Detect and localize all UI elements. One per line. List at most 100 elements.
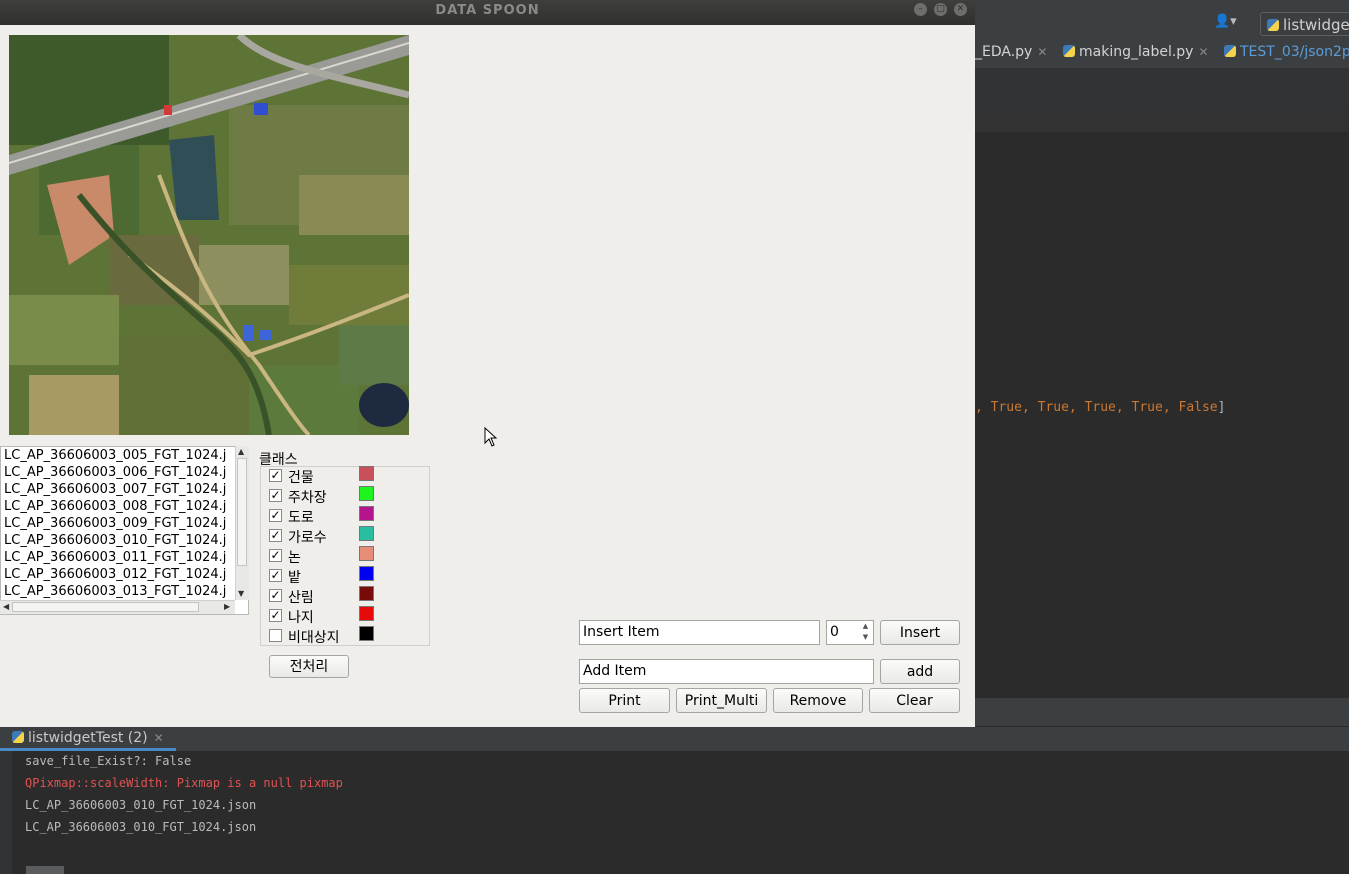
- close-icon[interactable]: ✕: [154, 731, 164, 745]
- class-checkbox[interactable]: ✓: [269, 529, 282, 542]
- list-item[interactable]: LC_AP_36606003_011_FGT_1024.j: [4, 549, 226, 566]
- class-color-swatch[interactable]: [359, 546, 374, 561]
- editor-tab-eda[interactable]: _EDA.py ✕: [975, 44, 1047, 60]
- scroll-down-icon[interactable]: ▼: [238, 589, 244, 598]
- class-color-swatch[interactable]: [359, 566, 374, 581]
- class-color-swatch[interactable]: [359, 506, 374, 521]
- run-panel-gutter: [0, 751, 12, 874]
- class-checkbox[interactable]: ✓: [269, 589, 282, 602]
- class-color-swatch[interactable]: [359, 486, 374, 501]
- check-mark: ✓: [270, 548, 281, 562]
- spin-down-icon[interactable]: ▼: [858, 633, 873, 644]
- console-scrollbar[interactable]: [26, 866, 64, 874]
- class-label: 비대상지: [288, 630, 340, 646]
- class-row-bare-land[interactable]: ✓ 나지: [269, 606, 429, 626]
- list-horizontal-scroll-thumb[interactable]: [12, 602, 199, 612]
- list-item[interactable]: LC_AP_36606003_005_FGT_1024.j: [4, 447, 226, 464]
- class-color-swatch[interactable]: [359, 586, 374, 601]
- list-item[interactable]: LC_AP_36606003_007_FGT_1024.j: [4, 481, 226, 498]
- class-checkbox[interactable]: ✓: [269, 609, 282, 622]
- mouse-cursor-icon: [484, 426, 498, 451]
- check-mark: ✓: [270, 608, 281, 622]
- class-color-swatch[interactable]: [359, 606, 374, 621]
- clear-button[interactable]: Clear: [869, 688, 960, 713]
- editor-tab-making-label[interactable]: making_label.py ✕: [1063, 44, 1209, 60]
- class-color-swatch[interactable]: [359, 526, 374, 541]
- run-tab[interactable]: listwidgetTest (2) ✕: [0, 727, 176, 751]
- ide-tool-strip: [975, 698, 1349, 726]
- class-color-swatch[interactable]: [359, 466, 374, 481]
- class-label: 산림: [288, 590, 314, 606]
- add-button[interactable]: add: [880, 659, 960, 684]
- class-checkbox[interactable]: [269, 629, 282, 642]
- list-item[interactable]: LC_AP_36606003_010_FGT_1024.j: [4, 532, 226, 549]
- maximize-icon[interactable]: □: [934, 3, 947, 16]
- python-icon: [1063, 45, 1075, 57]
- aerial-photo: [9, 35, 409, 435]
- print-multi-button[interactable]: Print_Multi: [676, 688, 767, 713]
- insert-item-input[interactable]: Insert Item: [579, 620, 820, 645]
- class-row-rice-paddy[interactable]: ✓ 논: [269, 546, 429, 566]
- print-button[interactable]: Print: [579, 688, 670, 713]
- python-icon: [12, 731, 24, 743]
- scroll-left-icon[interactable]: ◀: [3, 602, 9, 611]
- class-checkbox[interactable]: ✓: [269, 509, 282, 522]
- class-checkbox[interactable]: ✓: [269, 469, 282, 482]
- class-label: 나지: [288, 610, 314, 626]
- class-row-non-target[interactable]: 비대상지: [269, 626, 429, 646]
- run-tab-label: listwidgetTest (2): [28, 730, 148, 746]
- editor-tabs: _EDA.py ✕ making_label.py ✕ TEST_03/json2p: [975, 38, 1349, 69]
- close-icon[interactable]: ✕: [1198, 45, 1208, 59]
- scroll-up-icon[interactable]: ▲: [238, 447, 244, 456]
- remove-button[interactable]: Remove: [773, 688, 863, 713]
- console-error-line: QPixmap::scaleWidth: Pixmap is a null pi…: [25, 776, 343, 790]
- close-icon[interactable]: ✕: [1037, 45, 1047, 59]
- file-list[interactable]: LC_AP_36606003_005_FGT_1024.j LC_AP_3660…: [0, 446, 249, 615]
- class-row-forest[interactable]: ✓ 산림: [269, 586, 429, 606]
- class-color-swatch[interactable]: [359, 626, 374, 641]
- class-label: 건물: [288, 470, 314, 486]
- code-bracket: ]: [1217, 400, 1226, 415]
- run-configuration-select[interactable]: listwidge: [1260, 12, 1349, 36]
- preprocess-button[interactable]: 전처리: [269, 655, 349, 678]
- tab-label: _EDA.py: [975, 44, 1033, 60]
- add-item-input[interactable]: Add Item: [579, 659, 874, 684]
- list-item[interactable]: LC_AP_36606003_006_FGT_1024.j: [4, 464, 226, 481]
- check-mark: ✓: [270, 528, 281, 542]
- editor-code-line: , True, True, True, True, False]: [975, 400, 1225, 415]
- list-item[interactable]: LC_AP_36606003_008_FGT_1024.j: [4, 498, 226, 515]
- list-item[interactable]: LC_AP_36606003_013_FGT_1024.j: [4, 583, 226, 600]
- insert-button[interactable]: Insert: [880, 620, 960, 645]
- class-row-street-tree[interactable]: ✓ 가로수: [269, 526, 429, 546]
- class-row-field[interactable]: ✓ 밭: [269, 566, 429, 586]
- class-checkbox[interactable]: ✓: [269, 549, 282, 562]
- class-row-parking[interactable]: ✓ 주차장: [269, 486, 429, 506]
- python-icon: [1267, 19, 1279, 31]
- console-line: LC_AP_36606003_010_FGT_1024.json: [25, 820, 257, 834]
- console-line: LC_AP_36606003_010_FGT_1024.json: [25, 798, 257, 812]
- window-title: DATA SPOON: [435, 3, 540, 18]
- user-icon[interactable]: 👤▾: [1214, 14, 1237, 29]
- scroll-right-icon[interactable]: ▶: [224, 602, 230, 611]
- list-vertical-scroll-thumb[interactable]: [237, 458, 247, 566]
- run-config-label: listwidge: [1283, 16, 1349, 34]
- check-mark: ✓: [270, 568, 281, 582]
- spin-up-icon[interactable]: ▲: [858, 622, 873, 633]
- list-item[interactable]: LC_AP_36606003_009_FGT_1024.j: [4, 515, 226, 532]
- list-item[interactable]: LC_AP_36606003_012_FGT_1024.j: [4, 566, 226, 583]
- class-checkbox[interactable]: ✓: [269, 489, 282, 502]
- check-mark: ✓: [270, 508, 281, 522]
- class-checkbox[interactable]: ✓: [269, 569, 282, 582]
- close-icon[interactable]: ✕: [954, 3, 967, 16]
- class-label: 논: [288, 550, 301, 566]
- class-row-building[interactable]: ✓ 건물: [269, 466, 429, 486]
- code-text: , True, True, True, True, False: [975, 400, 1218, 415]
- minimize-icon[interactable]: –: [914, 3, 927, 16]
- editor-tab-json2p[interactable]: TEST_03/json2p: [1224, 44, 1349, 60]
- tab-label: TEST_03/json2p: [1240, 44, 1349, 60]
- editor-breadcrumb-area: [975, 68, 1349, 110]
- console-line: save_file_Exist?: False: [25, 754, 192, 768]
- class-label: 도로: [288, 510, 314, 526]
- class-row-road[interactable]: ✓ 도로: [269, 506, 429, 526]
- tab-label: making_label.py: [1079, 44, 1194, 60]
